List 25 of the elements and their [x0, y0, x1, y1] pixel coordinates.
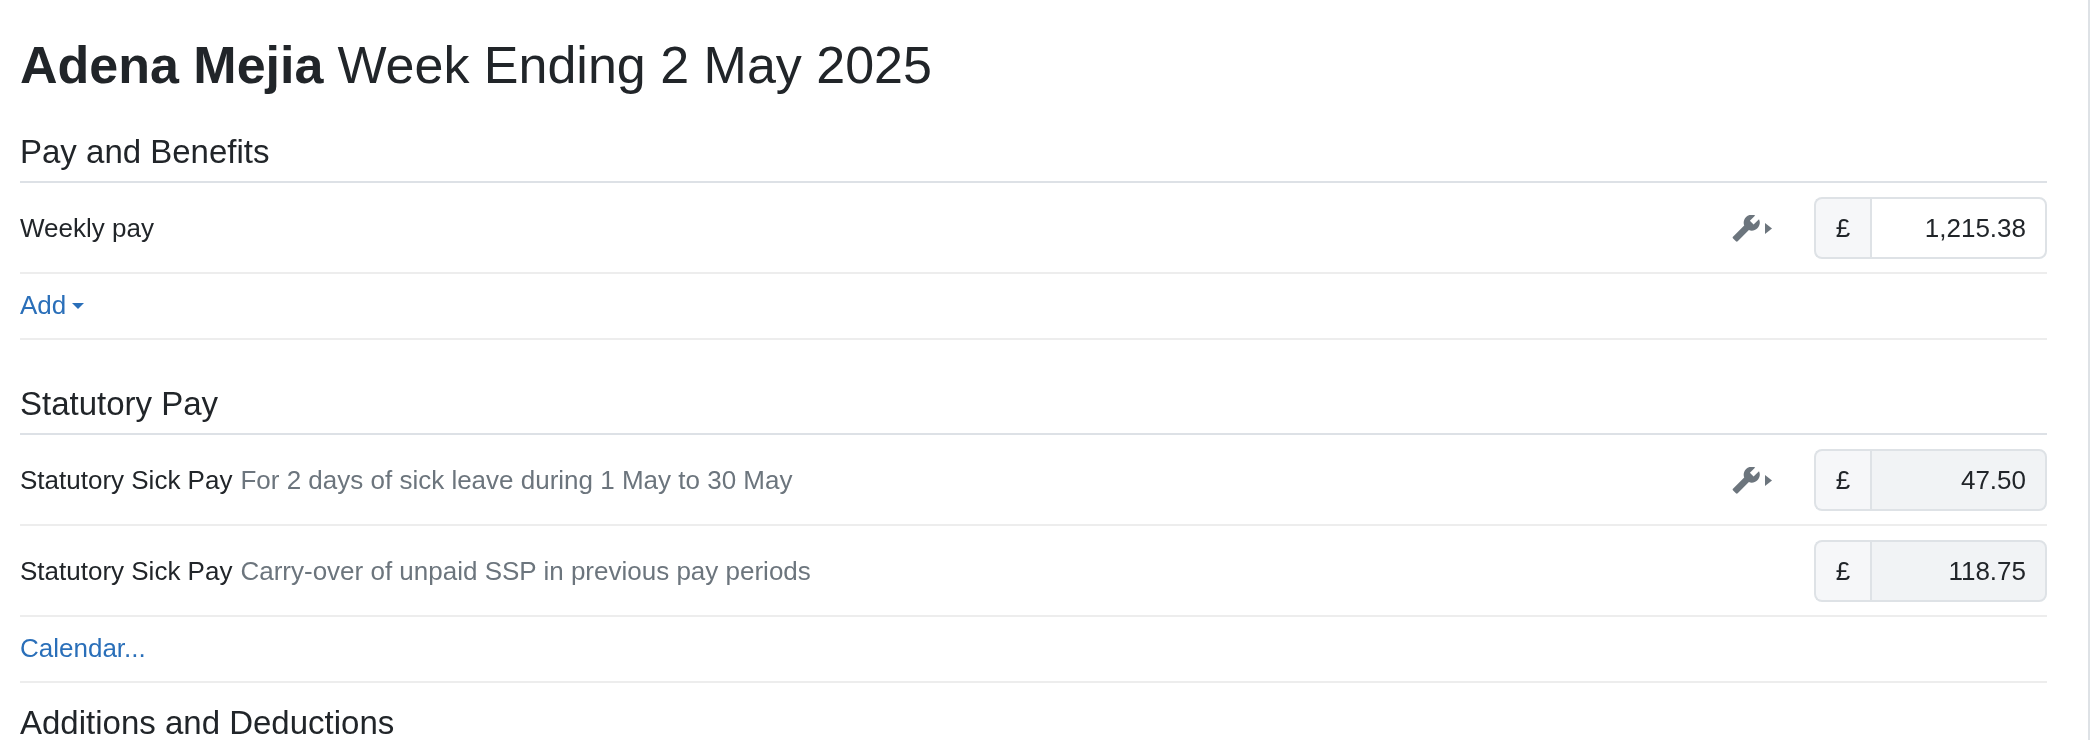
- section-heading: Pay and Benefits: [20, 132, 2047, 183]
- row-label: Statutory Sick Pay: [20, 464, 233, 495]
- caret-right-icon: [1765, 474, 1772, 486]
- tools-menu-button[interactable]: [1732, 466, 1772, 494]
- row-label: Weekly pay: [20, 212, 154, 243]
- currency-prefix: £: [1814, 197, 1870, 259]
- amount-field[interactable]: 118.75: [1870, 540, 2047, 602]
- section-heading: Statutory Pay: [20, 384, 2047, 435]
- employee-name: Adena Mejia: [20, 36, 324, 94]
- pay-period: Week Ending 2 May 2025: [337, 36, 932, 94]
- caret-down-icon: [72, 302, 85, 309]
- wrench-icon: [1732, 214, 1760, 242]
- currency-prefix: £: [1814, 449, 1870, 511]
- amount-field[interactable]: 1,215.38: [1870, 197, 2047, 259]
- add-dropdown-link[interactable]: Add: [20, 286, 85, 325]
- wrench-icon: [1732, 466, 1760, 494]
- currency-prefix: £: [1814, 540, 1870, 602]
- amount-field[interactable]: 47.50: [1870, 449, 2047, 511]
- caret-right-icon: [1765, 222, 1772, 234]
- row-note: For 2 days of sick leave during 1 May to 30 May: [240, 464, 793, 495]
- tools-menu-button[interactable]: [1732, 214, 1772, 242]
- calendar-link[interactable]: Calendar...: [20, 629, 146, 668]
- row-label: Statutory Sick Pay: [20, 555, 233, 586]
- section-heading: Additions and Deductions: [20, 704, 2047, 740]
- row-note: Carry-over of unpaid SSP in previous pay periods: [240, 555, 811, 586]
